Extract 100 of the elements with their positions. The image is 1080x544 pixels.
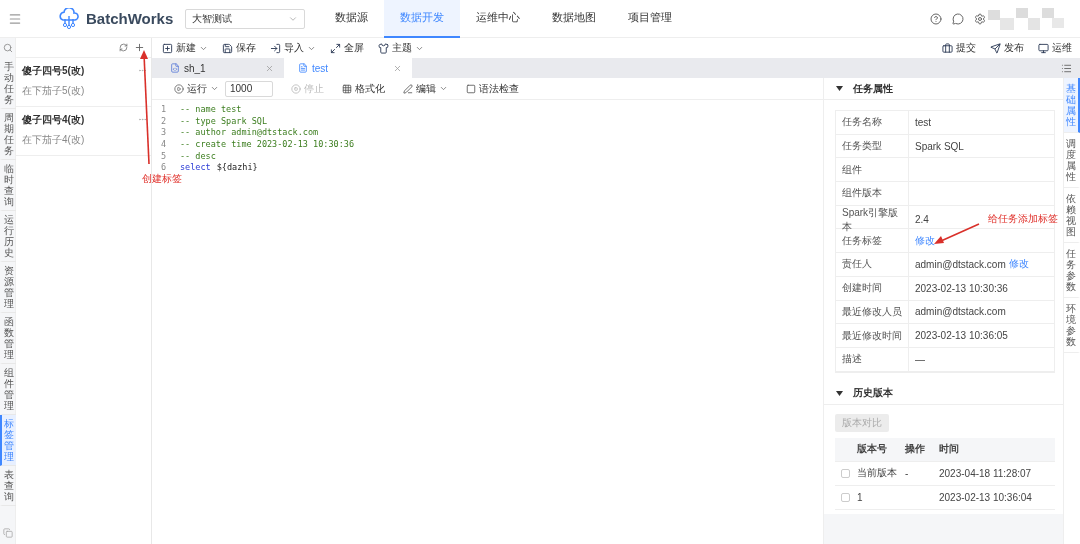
- row-checkbox[interactable]: [841, 468, 850, 478]
- property-label: 组件版本: [836, 182, 909, 205]
- tag-title: 傻子四号4(改): [22, 113, 85, 127]
- shirt-icon: [378, 42, 389, 54]
- side-nav-item[interactable]: 表查询: [0, 466, 16, 506]
- table-cell-text: 当前版本: [857, 466, 898, 481]
- table-cell-text: -: [905, 467, 910, 479]
- tag-list-item[interactable]: 傻子四号5(改) 在下茄子5(改): [16, 58, 151, 107]
- search-icon[interactable]: [2, 43, 13, 53]
- menu-icon[interactable]: [8, 11, 22, 26]
- file-tab[interactable]: test: [284, 58, 412, 78]
- more-icon[interactable]: [138, 66, 147, 75]
- import-icon: [270, 42, 281, 54]
- property-label: 任务类型: [836, 134, 909, 158]
- plus-square-icon: [162, 42, 173, 54]
- cloud-logo-icon: [58, 7, 80, 30]
- tag-subtitle: 在下茄子5(改): [22, 84, 85, 98]
- property-value: test: [915, 116, 932, 128]
- property-value: 2023-02-13 10:36:05: [915, 330, 1008, 342]
- send-icon: [990, 42, 1001, 54]
- toolbar-button[interactable]: 运维: [1038, 41, 1072, 55]
- edit-button[interactable]: 编辑: [403, 81, 448, 96]
- code-text: -- desc: [180, 150, 216, 161]
- tag-subtitle: 在下茄子4(改): [22, 133, 85, 147]
- nav-tab[interactable]: 数据地图: [536, 0, 613, 38]
- app-name: BatchWorks: [86, 10, 174, 27]
- chevron-down-icon: [439, 84, 448, 93]
- side-nav-item[interactable]: 临时查询: [0, 160, 16, 211]
- property-value: 2.4: [915, 214, 929, 226]
- property-value: admin@dtstack.com: [915, 306, 1006, 318]
- side-nav-item[interactable]: 函数管理: [0, 313, 16, 364]
- property-label: 最近修改人员: [836, 300, 909, 324]
- property-label: 任务标签: [836, 229, 909, 253]
- syntax-check-button[interactable]: 语法检查: [466, 81, 519, 96]
- side-nav-item[interactable]: 周期任务: [0, 109, 16, 160]
- toolbar-button[interactable]: 主题: [378, 41, 424, 55]
- caret-down-icon[interactable]: [836, 390, 843, 396]
- square-icon: [466, 83, 476, 94]
- line-number: 2: [159, 115, 167, 126]
- list-icon[interactable]: [1061, 62, 1072, 74]
- column-header: 版本号: [857, 442, 888, 457]
- edit-link[interactable]: 修改: [1008, 257, 1029, 272]
- add-icon[interactable]: [134, 42, 145, 53]
- code-text: -- type Spark SQL: [180, 115, 267, 126]
- nav-tab[interactable]: 运维中心: [460, 0, 537, 38]
- line-number: 6: [159, 162, 167, 173]
- toolbar-button[interactable]: 导入: [270, 41, 316, 55]
- row-checkbox[interactable]: [841, 492, 850, 502]
- message-icon[interactable]: [952, 12, 964, 25]
- property-label: 任务名称: [836, 111, 909, 134]
- property-label: 创建时间: [836, 276, 909, 300]
- project-select[interactable]: 大智测试: [185, 8, 306, 29]
- side-nav-item[interactable]: 运行历史: [0, 211, 16, 262]
- annotation-text: 创建标签: [142, 172, 182, 186]
- property-value: —: [915, 353, 925, 365]
- fullscreen-icon: [330, 42, 341, 54]
- property-label: 责任人: [836, 253, 909, 276]
- help-icon[interactable]: [930, 12, 942, 25]
- close-icon[interactable]: [265, 63, 274, 73]
- property-value: Spark SQL: [915, 140, 964, 152]
- chevron-down-icon: [210, 84, 219, 93]
- settings-icon[interactable]: [974, 12, 986, 25]
- refresh-icon[interactable]: [119, 43, 128, 52]
- section-title: 任务属性: [853, 81, 893, 96]
- toolbar-button[interactable]: 新建: [162, 41, 208, 55]
- caret-down-icon[interactable]: [836, 86, 843, 91]
- grid-icon: [342, 83, 352, 94]
- nav-tab[interactable]: 数据源: [319, 0, 385, 38]
- annotation-arrow: [933, 222, 981, 246]
- file-icon: [298, 63, 308, 73]
- property-label: 描述: [836, 347, 909, 371]
- property-label: 最近修改时间: [836, 324, 909, 347]
- monitor-icon: [1038, 42, 1049, 54]
- file-tab[interactable]: sh_1: [156, 58, 284, 78]
- code-text: -- name test: [180, 103, 242, 114]
- side-nav-item[interactable]: 手动任务: [0, 58, 16, 109]
- edit-link[interactable]: 修改: [915, 233, 935, 248]
- limit-field[interactable]: 1000: [225, 80, 273, 97]
- property-label: Spark引擎版本: [836, 205, 909, 234]
- nav-tab[interactable]: 项目管理: [612, 0, 689, 38]
- tag-list-item[interactable]: 傻子四号4(改) 在下茄子4(改): [16, 107, 151, 156]
- briefcase-icon: [942, 42, 953, 54]
- run-button[interactable]: 运行: [174, 81, 219, 96]
- side-nav-item[interactable]: 资源管理: [0, 262, 16, 313]
- play-icon: [174, 83, 184, 94]
- toolbar-button[interactable]: 发布: [990, 41, 1024, 55]
- more-icon[interactable]: [138, 115, 147, 124]
- toolbar-button[interactable]: 提交: [942, 41, 976, 55]
- property-label: 组件: [836, 158, 909, 182]
- section-title: 历史版本: [853, 386, 893, 401]
- save-icon: [222, 42, 233, 54]
- line-number: 1: [159, 103, 167, 114]
- format-button[interactable]: 格式化: [342, 81, 385, 96]
- close-icon[interactable]: [393, 63, 402, 73]
- tag-title: 傻子四号5(改): [22, 64, 85, 78]
- column-header: 操作: [905, 442, 926, 457]
- toolbar-button[interactable]: 保存: [222, 41, 256, 55]
- toolbar-button[interactable]: 全屏: [330, 41, 364, 55]
- code-text: select: [180, 162, 211, 173]
- table-cell-text: 2023-02-13 10:36:04: [939, 491, 1033, 503]
